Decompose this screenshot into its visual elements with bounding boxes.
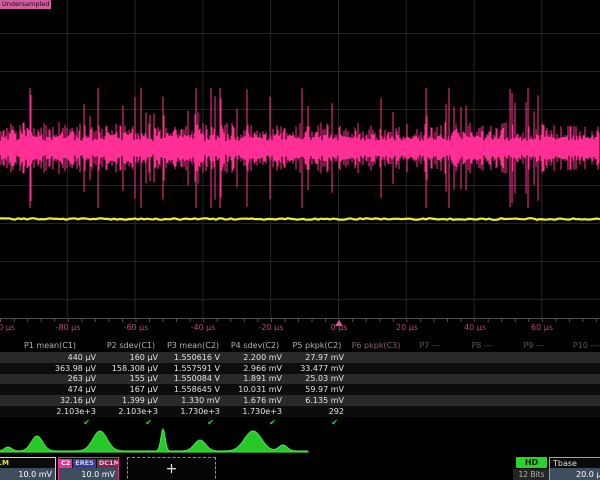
time-axis-label: -20 µs (259, 323, 284, 332)
c2-eres-badge: ERES (73, 459, 96, 468)
param-value-cell: 474 µV (0, 385, 100, 394)
param-header-3[interactable]: P3 mean(C2) (162, 341, 224, 350)
param-value-cell: 155 µV (100, 374, 162, 383)
param-header-1[interactable]: P1 mean(C1) (0, 341, 100, 350)
histicon-shape (0, 429, 308, 452)
time-axis: -100 µs -80 µs -60 µs -40 µs -20 µs 0 µs 20 µs… (0, 318, 600, 336)
c2-vertical-scale: 10.0 mV (59, 468, 118, 480)
measurement-table: P1 mean(C1)P2 sdev(C1)P3 mean(C2)P4 sdev… (0, 339, 600, 428)
time-axis-label: 60 µs (531, 323, 553, 332)
hd-mode-badge: HD (516, 457, 547, 468)
param-value-cell: 6.135 mV (286, 396, 348, 405)
param-value-cell: 1.557591 V (162, 364, 224, 373)
param-header-6[interactable]: P6 pkpk(C3) (348, 341, 404, 350)
param-value-cell: 1.558645 V (162, 385, 224, 394)
param-value-cell: 27.97 mV (286, 353, 348, 362)
c2-coupling-badge: DC1M (97, 459, 118, 468)
hd-resolution-label: 12 Bits (513, 469, 550, 480)
param-value-cell: 25.03 mV (286, 374, 348, 383)
c1-vertical-scale: 10.0 mV (0, 468, 55, 480)
time-axis-label: 40 µs (464, 323, 486, 332)
time-axis-label: -60 µs (124, 323, 149, 332)
param-header-9[interactable]: P9 --- (508, 341, 560, 350)
param-value-cell: 1.730e+3 (224, 407, 286, 416)
undersampled-indicator: Undersampled (0, 0, 51, 9)
c1-flat-trace[interactable] (0, 218, 600, 220)
add-trace-button[interactable]: + (127, 457, 216, 480)
param-value-cell: 10.031 mV (224, 385, 286, 394)
param-value-cell: 1.550084 V (162, 374, 224, 383)
time-axis-label: 0 µs (331, 323, 348, 332)
param-header-8[interactable]: P8 --- (456, 341, 508, 350)
timebase-title: Tbase (550, 459, 577, 468)
c1-coupling-label: DC1M (0, 459, 9, 467)
param-value-cell: 2.200 mV (224, 353, 286, 362)
oscilloscope-screen: Undersampled -100 µs -80 µs -60 µs -40 µs -2… (0, 0, 600, 480)
param-value-cell: 59.97 mV (286, 385, 348, 394)
channel-c2-descriptor[interactable]: C2 ERES DC1M 10.0 mV (58, 457, 119, 480)
parameter-histicons[interactable] (0, 426, 600, 457)
param-value-cell: 292 (286, 407, 348, 416)
waveform-traces[interactable] (0, 0, 600, 318)
time-axis-label: 20 µs (396, 323, 418, 332)
timebase-descriptor[interactable]: Tbase 20.0 µs/div (549, 457, 600, 480)
param-value-cell: 33.477 mV (286, 364, 348, 373)
param-value-cell: 158.308 µV (100, 364, 162, 373)
param-value-cell: 363.98 µV (0, 364, 100, 373)
param-header-5[interactable]: P5 pkpk(C2) (286, 341, 348, 350)
param-value-cell: 2.103e+3 (100, 407, 162, 416)
param-value-cell: 440 µV (0, 353, 100, 362)
param-header-2[interactable]: P2 sdev(C1) (100, 341, 162, 350)
param-value-cell: 263 µV (0, 374, 100, 383)
param-header-4[interactable]: P4 sdev(C2) (224, 341, 286, 350)
param-value-cell: 2.966 mV (224, 364, 286, 373)
c2-noise-trace[interactable] (0, 88, 599, 208)
param-value-cell: 1.399 µV (100, 396, 162, 405)
param-value-cell: 160 µV (100, 353, 162, 362)
param-header-10[interactable]: P10 --- (560, 341, 600, 350)
param-value-cell: 2.103e+3 (0, 407, 100, 416)
waveform-display-grid[interactable]: Undersampled (0, 0, 600, 318)
param-value-cell: 1.891 mV (224, 374, 286, 383)
param-value-cell: 1.730e+3 (162, 407, 224, 416)
c2-label: C2 (59, 459, 72, 468)
param-value-cell: 167 µV (100, 385, 162, 394)
timebase-scale: 20.0 µs/div (550, 468, 600, 480)
time-axis-label: -40 µs (191, 323, 216, 332)
param-value-cell: 1.676 mV (224, 396, 286, 405)
param-value-cell: 1.550616 V (162, 353, 224, 362)
param-value-cell: 1.330 mV (162, 396, 224, 405)
channel-c1-descriptor[interactable]: C1 DC1M 10.0 mV (0, 457, 56, 480)
param-value-cell: 32.16 µV (0, 396, 100, 405)
param-header-7[interactable]: P7 --- (404, 341, 456, 350)
time-axis-label: -100 µs (0, 323, 15, 332)
time-axis-label: -80 µs (56, 323, 81, 332)
